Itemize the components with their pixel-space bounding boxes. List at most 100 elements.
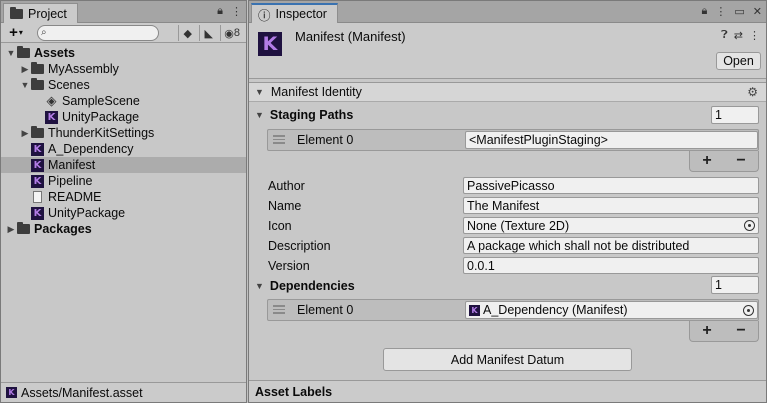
maximize-icon[interactable]: ▭ (734, 5, 744, 18)
thunderkit-icon: K (45, 110, 58, 124)
inspector-tab-controls: 🔒︎ ⋮ ▭ ✕ (702, 5, 762, 18)
toolbar-filters: ◆ ◣ ◉ 8 (178, 25, 243, 41)
tree-item-readme[interactable]: README (1, 189, 246, 205)
tree-item-packages[interactable]: ▶ Packages (1, 221, 246, 237)
inspector-panel: ⓘ Inspector 🔒︎ ⋮ ▭ ✕ K Manifest (Manifes… (248, 0, 767, 403)
author-value: PassivePicasso (467, 178, 555, 193)
project-tab-controls: 🔒︎ ⋮ (217, 5, 242, 18)
dependency-element-field[interactable]: K A_Dependency (Manifest) (465, 301, 758, 319)
description-value: A package which shall not be distributed (467, 238, 690, 253)
tree-item-scenes[interactable]: ▼ Scenes (1, 77, 246, 93)
add-element-button[interactable]: + (702, 322, 711, 340)
project-tree: ▼ Assets ▶ MyAssembly ▼ Scenes ◈ SampleS… (1, 45, 246, 237)
staging-paths-add-remove: + − (689, 151, 759, 172)
tree-item-label: MyAssembly (48, 62, 119, 76)
expand-arrow-icon[interactable]: ▼ (5, 48, 17, 58)
kebab-menu-icon[interactable]: ⋮ (231, 5, 242, 18)
version-field[interactable]: 0.0.1 (463, 257, 759, 274)
lock-icon[interactable]: 🔒︎ (702, 5, 708, 18)
tree-item-unitypackage-scene[interactable]: K UnityPackage (1, 109, 246, 125)
staging-element-field[interactable]: <ManifestPluginStaging> (465, 131, 758, 149)
thunderkit-icon: K (31, 158, 44, 172)
gear-icon[interactable]: ⚙ (747, 85, 758, 99)
add-element-button[interactable]: + (702, 152, 711, 170)
tree-item-label: Scenes (48, 78, 90, 92)
author-field[interactable]: PassivePicasso (463, 177, 759, 194)
name-field[interactable]: The Manifest (463, 197, 759, 214)
open-button[interactable]: Open (716, 52, 761, 70)
manifest-identity-header[interactable]: ▼ Manifest Identity ⚙ (249, 82, 766, 102)
hidden-packages-button[interactable]: ◉ 8 (220, 25, 243, 41)
expand-arrow-icon[interactable]: ▶ (19, 64, 31, 75)
thunderkit-icon: K (258, 32, 282, 56)
lock-icon[interactable]: 🔒︎ (217, 5, 223, 18)
thunderkit-icon: K (6, 387, 17, 398)
kebab-menu-icon[interactable]: ⋮ (715, 5, 726, 18)
project-toolbar: + ▾ ⌕ ◆ ◣ ◉ 8 (1, 23, 246, 43)
tree-item-label: A_Dependency (48, 142, 134, 156)
object-picker-icon[interactable] (743, 305, 754, 316)
dependencies-count[interactable]: 1 (711, 276, 759, 294)
folder-icon (31, 126, 44, 138)
staging-paths-label: Staging Paths (269, 108, 354, 122)
expand-arrow-icon[interactable]: ▶ (19, 128, 31, 139)
tree-item-a-dependency[interactable]: K A_Dependency (1, 141, 246, 157)
expand-arrow-icon[interactable]: ▶ (5, 224, 17, 235)
document-icon (33, 191, 42, 203)
foldout-arrow-icon: ▼ (255, 87, 264, 97)
remove-element-button[interactable]: − (736, 152, 745, 170)
tab-inspector[interactable]: ⓘ Inspector (251, 3, 338, 23)
dependencies-list: Element 0 K A_Dependency (Manifest) (267, 299, 759, 321)
drag-handle-icon[interactable] (273, 135, 285, 144)
object-picker-icon[interactable] (744, 220, 755, 231)
filter-by-type-button[interactable]: ◆ (178, 25, 196, 41)
foldout-arrow-icon: ▼ (255, 281, 264, 291)
tree-item-thunderkitsettings[interactable]: ▶ ThunderKitSettings (1, 125, 246, 141)
search-input[interactable]: ⌕ (37, 25, 159, 41)
thunderkit-icon: K (31, 206, 44, 220)
dependencies-foldout[interactable]: ▼ Dependencies (255, 279, 355, 293)
expand-arrow-icon[interactable]: ▼ (19, 80, 31, 90)
close-icon[interactable]: ✕ (753, 5, 762, 18)
kebab-menu-icon[interactable]: ⋮ (749, 29, 760, 42)
tree-item-myassembly[interactable]: ▶ MyAssembly (1, 61, 246, 77)
unity-scene-icon: ◈ (46, 93, 57, 108)
thunderkit-icon: K (31, 142, 44, 156)
filter-by-label-button[interactable]: ◣ (199, 25, 217, 41)
chevron-down-icon: ▾ (18, 28, 23, 37)
tab-project[interactable]: Project (3, 3, 78, 23)
staging-paths-foldout[interactable]: ▼ Staging Paths (255, 108, 353, 122)
staging-paths-count[interactable]: 1 (711, 106, 759, 124)
icon-field[interactable]: None (Texture 2D) (463, 217, 759, 234)
hidden-count: 8 (233, 27, 240, 39)
tree-item-pipeline[interactable]: K Pipeline (1, 173, 246, 189)
asset-labels-title: Asset Labels (255, 384, 333, 399)
help-icon[interactable]: ❓︎ (721, 29, 728, 42)
version-value: 0.0.1 (467, 258, 495, 273)
tree-item-assets[interactable]: ▼ Assets (1, 45, 246, 61)
tree-item-label: README (48, 190, 102, 204)
tab-project-label: Project (28, 6, 67, 21)
tree-item-label: Pipeline (48, 174, 93, 188)
name-label: Name (268, 199, 302, 213)
inspector-tabbar: ⓘ Inspector 🔒︎ ⋮ ▭ ✕ (249, 1, 766, 23)
remove-element-button[interactable]: − (736, 322, 745, 340)
drag-handle-icon[interactable] (273, 305, 285, 314)
tree-item-unitypackage[interactable]: K UnityPackage (1, 205, 246, 221)
create-button[interactable]: + ▾ (1, 24, 31, 42)
tree-item-label: SampleScene (62, 94, 140, 108)
preset-icon[interactable]: ⇄ (734, 29, 743, 42)
project-panel: Project 🔒︎ ⋮ + ▾ ⌕ ◆ ◣ ◉ 8 ▼ Assets ▶ MyAs… (0, 0, 247, 403)
tab-inspector-label: Inspector (275, 7, 327, 21)
tree-item-samplescene[interactable]: ◈ SampleScene (1, 93, 246, 109)
add-manifest-datum-button[interactable]: Add Manifest Datum (383, 348, 632, 371)
thunderkit-icon: K (469, 304, 480, 316)
tree-item-manifest[interactable]: K Manifest (1, 157, 246, 173)
asset-labels-bar[interactable]: Asset Labels (249, 380, 766, 402)
description-field[interactable]: A package which shall not be distributed (463, 237, 759, 254)
author-label: Author (268, 179, 305, 193)
shapes-icon: ◆ (183, 27, 192, 40)
folder-icon (31, 78, 44, 90)
staging-paths-list: Element 0 <ManifestPluginStaging> (267, 129, 759, 151)
version-label: Version (268, 259, 310, 273)
